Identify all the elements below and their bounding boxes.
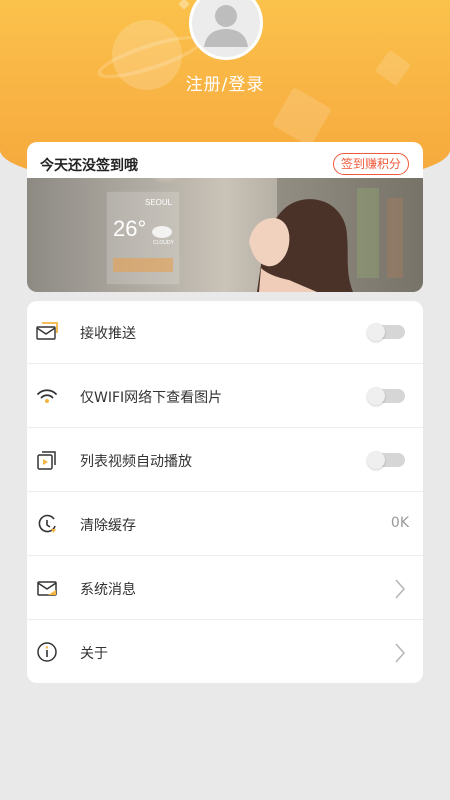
settings-row-label: 系统消息 xyxy=(80,582,136,598)
info-icon xyxy=(37,642,57,662)
login-register-link[interactable]: 注册/登录 xyxy=(0,70,450,95)
banner-temp-text: 26° xyxy=(113,216,146,241)
checkin-status-text: 今天还没签到哦 xyxy=(40,158,138,174)
checkin-button[interactable]: 签到赚积分 xyxy=(332,153,409,175)
toggle-knob xyxy=(367,323,385,341)
autoplay-toggle[interactable] xyxy=(367,451,405,469)
settings-row-clear-cache[interactable]: 清除缓存 0K xyxy=(27,493,423,556)
banner-city-text: SEOUL xyxy=(145,198,173,207)
push-toggle[interactable] xyxy=(367,323,405,341)
ticket-decoration xyxy=(271,86,333,148)
clock-clear-icon xyxy=(38,514,56,533)
video-list-icon xyxy=(37,451,56,470)
chevron-right-icon xyxy=(395,579,406,599)
banner-condition-text: CLOUDY xyxy=(153,240,175,246)
settings-row-system-messages[interactable]: 系统消息 xyxy=(27,557,423,620)
default-user-icon xyxy=(204,5,248,47)
settings-row-about[interactable]: 关于 xyxy=(27,621,423,683)
wifi-only-toggle[interactable] xyxy=(367,387,405,405)
envelope-icon xyxy=(37,581,57,596)
avatar[interactable] xyxy=(189,0,263,60)
cache-size-value: 0K xyxy=(390,515,409,531)
settings-row-autoplay[interactable]: 列表视频自动播放 xyxy=(27,429,423,492)
settings-row-push[interactable]: 接收推送 xyxy=(27,301,423,364)
toggle-knob xyxy=(367,387,385,405)
toggle-knob xyxy=(367,451,385,469)
settings-list: 接收推送 仅WIFI网络下查看图片 列表视频自动播放 清除缓存 0K 系统消息 … xyxy=(27,301,423,683)
chevron-right-icon xyxy=(395,643,406,663)
settings-row-label: 仅WIFI网络下查看图片 xyxy=(80,390,223,406)
checkin-card: 今天还没签到哦 签到赚积分 SEOUL 26° CLOUDY xyxy=(27,142,423,292)
settings-row-label: 清除缓存 xyxy=(80,518,136,534)
settings-row-label: 关于 xyxy=(80,646,108,662)
settings-row-label: 接收推送 xyxy=(80,326,136,342)
push-mail-icon xyxy=(36,322,58,340)
promo-banner[interactable]: SEOUL 26° CLOUDY xyxy=(27,178,423,292)
star-decoration xyxy=(178,0,190,10)
wifi-icon xyxy=(37,389,57,403)
settings-row-label: 列表视频自动播放 xyxy=(80,454,192,470)
banner-image: SEOUL 26° CLOUDY xyxy=(27,178,423,292)
profile-page: 注册/登录 今天还没签到哦 签到赚积分 SEOUL 26° CLOUDY 接收推… xyxy=(0,0,450,800)
settings-row-wifi-images[interactable]: 仅WIFI网络下查看图片 xyxy=(27,365,423,428)
